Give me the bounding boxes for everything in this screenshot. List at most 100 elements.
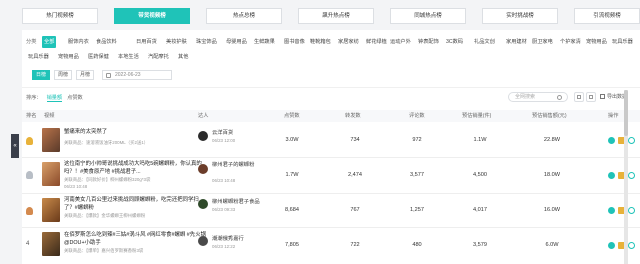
col-est-sales[interactable]: 预估销量(件): [462, 110, 491, 122]
date-weekly-button[interactable]: 周榜: [54, 70, 72, 80]
view-icon[interactable]: [608, 137, 615, 144]
category-item[interactable]: 运动户外: [390, 36, 411, 48]
table-row[interactable]: 蟹痛来的太突然了 关联商品：速溶液饭油牙200ML（买2送1） 云洋百货 06/…: [22, 124, 640, 158]
sidebar-toggle-handle[interactable]: «: [11, 134, 19, 158]
category-item[interactable]: 生鲜蔬果: [254, 36, 275, 48]
tab-hot-video[interactable]: 热门视频榜: [22, 8, 98, 24]
table-row[interactable]: 河南美女几百公里过来挑战同顾螺蛳粉，吃完还把同学扫了？#螺蛳粉 关联商品：【爆款…: [22, 194, 640, 228]
sales-value: 4,017: [473, 207, 487, 213]
category-item[interactable]: 珠宝饰品: [196, 36, 217, 48]
video-title[interactable]: 这位南宁的小帅哥说挑战成功大吗吃5碗螺蛳粉，你认真的吗？！#美食原产地 #挑战君…: [64, 161, 209, 176]
creator-name[interactable]: 柳州螺蛳粉君子食品: [212, 199, 272, 206]
category-item[interactable]: 本地生活: [118, 51, 139, 63]
avatar: [198, 199, 208, 209]
left-gutter: [0, 0, 11, 264]
video-title[interactable]: 河南美女几百公里过来挑战同顾螺蛳粉，吃完还把同学扫了？#螺蛳粉: [64, 197, 209, 212]
related-goods: 关联商品：【爆款】金华螺蛳王柳州螺蛳粉: [64, 213, 146, 218]
col-est-gmv[interactable]: 预估销售额(元): [532, 110, 567, 122]
category-item[interactable]: 图书音像: [284, 36, 305, 48]
video-title[interactable]: 在佰罗斯怎么吃到辣#三姑#涡斗风 #网红零食#螺蛳 #先火锅 @DOU+小助手: [64, 232, 209, 247]
category-all[interactable]: 全部: [42, 36, 57, 48]
likes-value: 3.0W: [285, 137, 299, 143]
date-daily-button[interactable]: 日榜: [32, 70, 50, 80]
category-item[interactable]: 个护家清: [560, 36, 581, 48]
content-panel: 分类 全部 服饰内衣 食品饮料 日用百货 美妆护肤 珠宝饰品 母婴用品 生鲜蔬果…: [22, 30, 640, 264]
tab-hot-music[interactable]: 引流视频榜: [574, 8, 640, 24]
sort-sales[interactable]: 销量额: [46, 95, 63, 102]
creator-date: 06/23 12:22: [212, 244, 236, 249]
related-goods: 关联商品：【同款好价】柳州螺蛳粉320g*3袋: [64, 177, 151, 182]
sales-value: 1.1W: [473, 137, 487, 143]
creator-name[interactable]: 云洋百货: [212, 130, 272, 137]
category-item[interactable]: 礼品文创: [474, 36, 495, 48]
col-comments[interactable]: 评论数: [409, 110, 425, 122]
table-row[interactable]: 这位南宁的小帅哥说挑战成功大吗吃5碗螺蛳粉，你认真的吗？！#美食原产地 #挑战君…: [22, 158, 640, 194]
refresh-button[interactable]: [574, 92, 584, 102]
scrollbar[interactable]: [624, 90, 628, 264]
export-button[interactable]: 导出数据: [600, 92, 640, 102]
category-item[interactable]: 鲜花绿植: [366, 36, 387, 48]
sort-likes[interactable]: 点赞数: [67, 95, 83, 101]
add-icon[interactable]: [628, 207, 635, 214]
gmv-value: 16.0W: [543, 207, 561, 213]
add-icon[interactable]: [628, 242, 635, 249]
view-icon[interactable]: [608, 242, 615, 249]
video-thumbnail[interactable]: [42, 128, 60, 152]
category-item[interactable]: 日用百货: [136, 36, 157, 48]
category-item[interactable]: 宠物用品: [586, 36, 607, 48]
category-item[interactable]: 医药保健: [88, 51, 109, 63]
col-video: 视频: [44, 113, 55, 119]
date-monthly-button[interactable]: 月榜: [76, 70, 94, 80]
tab-rising-hot[interactable]: 飙升热点榜: [298, 8, 374, 24]
search-input[interactable]: 全网搜索: [508, 92, 568, 102]
settings-button[interactable]: [586, 92, 596, 102]
table-header: 排名 视频 达人 点赞数 转发数 评论数 预估销量(件) 预估销售额(元) 操作: [22, 110, 640, 122]
row-actions: [608, 137, 638, 145]
category-item[interactable]: 家用建材: [506, 36, 527, 48]
creator-date: 06/23 10:48: [212, 178, 236, 183]
category-item[interactable]: 玩具乐器: [28, 51, 49, 63]
video-title[interactable]: 蟹痛来的太突然了: [64, 129, 209, 137]
view-icon[interactable]: [608, 207, 615, 214]
video-thumbnail[interactable]: [42, 198, 60, 222]
scrollbar-thumb[interactable]: [624, 90, 628, 136]
category-item[interactable]: 美妆护肤: [166, 36, 187, 48]
shares-value: 767: [350, 207, 360, 213]
col-likes[interactable]: 点赞数: [284, 110, 300, 122]
category-item[interactable]: 玩具乐器: [612, 36, 633, 48]
creator-name[interactable]: 柳州君子的螺蛳粉: [212, 162, 272, 169]
category-item[interactable]: 厨卫家电: [532, 36, 553, 48]
category-item[interactable]: 钟表配饰: [418, 36, 439, 48]
category-item[interactable]: 食品饮料: [96, 36, 117, 48]
video-thumbnail[interactable]: [42, 162, 60, 186]
creator-name[interactable]: 潮潮俄秀嘉行: [212, 236, 272, 243]
comments-value: 1,257: [410, 207, 424, 213]
tab-realtime-challenge[interactable]: 实时挑战榜: [482, 8, 558, 24]
table-row[interactable]: 4 在佰罗斯怎么吃到辣#三姑#涡斗风 #网红零食#螺蛳 #先火锅 @DOU+小助…: [22, 228, 640, 264]
likes-value: 7,805: [285, 242, 299, 248]
category-item[interactable]: 鞋靴箱包: [310, 36, 331, 48]
row-actions: [608, 172, 638, 180]
video-thumbnail[interactable]: [42, 232, 60, 256]
category-item[interactable]: 其他: [178, 51, 188, 63]
gear-icon: [589, 95, 593, 99]
ranking-tabs: 热门视频榜 带货视频榜 热点总榜 飙升热点榜 同城热点榜 实时挑战榜 引流视频榜: [22, 8, 640, 24]
gmv-value: 18.0W: [543, 172, 561, 178]
category-item[interactable]: 家居家纺: [338, 36, 359, 48]
category-item[interactable]: 宠物用品: [58, 51, 79, 63]
category-item[interactable]: 服饰内衣: [68, 36, 89, 48]
category-item[interactable]: 汽配摩托: [148, 51, 169, 63]
sales-value: 4,500: [473, 172, 487, 178]
tab-local-hot[interactable]: 同城热点榜: [390, 8, 466, 24]
bronze-medal-icon: [26, 207, 33, 215]
col-shares[interactable]: 转发数: [345, 110, 361, 122]
date-picker[interactable]: 2022-06-23: [102, 70, 172, 80]
category-item[interactable]: 3C数码: [446, 36, 463, 48]
view-icon[interactable]: [608, 172, 615, 179]
add-icon[interactable]: [628, 137, 635, 144]
add-icon[interactable]: [628, 172, 635, 179]
category-item[interactable]: 母婴用品: [226, 36, 247, 48]
tab-hot-summary[interactable]: 热点总榜: [206, 8, 282, 24]
related-goods: 关联商品：【爆单】嘉兴佰罗斯赛香粉3袋: [64, 248, 144, 253]
tab-goods-video[interactable]: 带货视频榜: [114, 8, 190, 24]
